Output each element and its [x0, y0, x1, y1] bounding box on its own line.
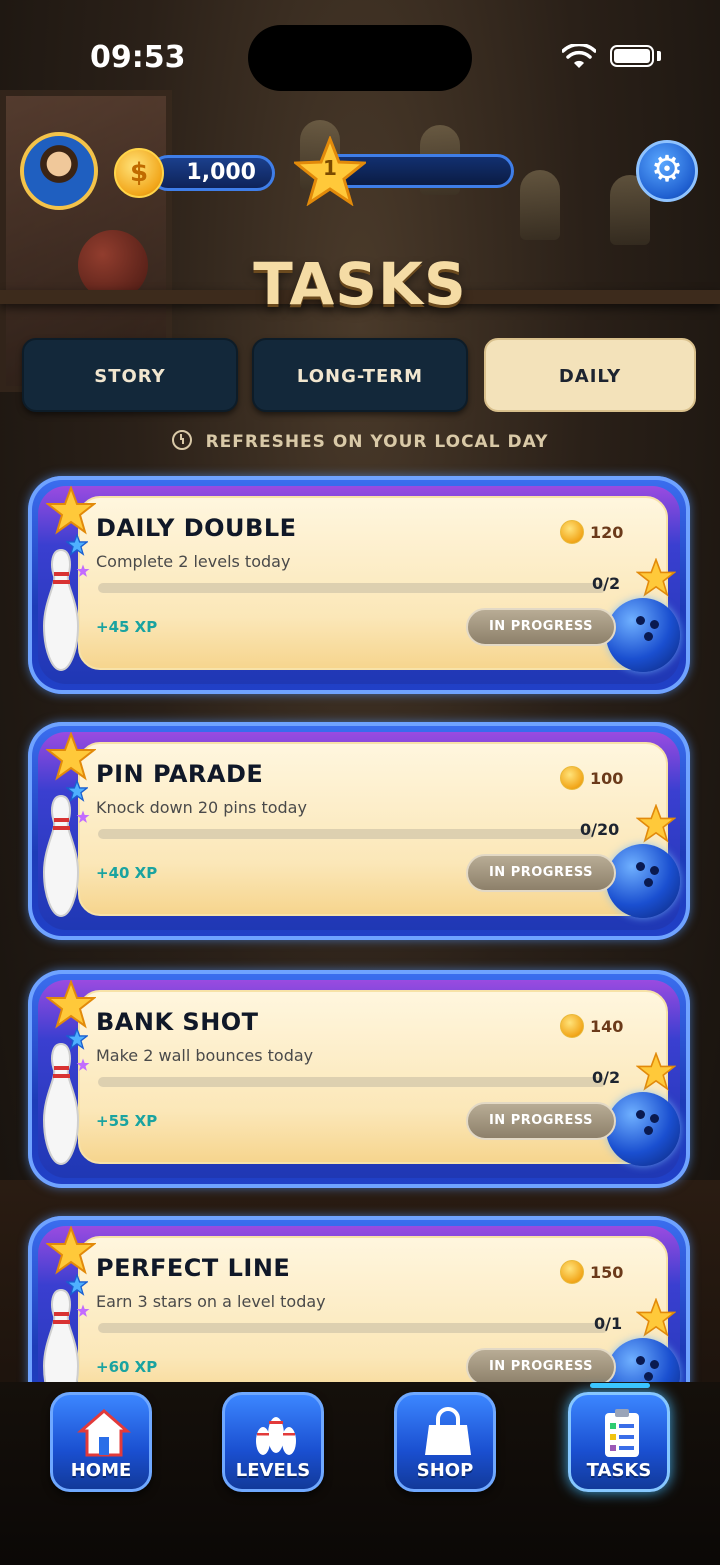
coin-icon: [560, 1260, 584, 1284]
blue-star-icon: [66, 1028, 88, 1050]
task-description: Make 2 wall bounces today: [96, 1046, 314, 1065]
nav-shop-button[interactable]: SHOP: [394, 1392, 496, 1492]
bowling-pins-icon: [256, 1417, 296, 1455]
background-trophy: [520, 170, 560, 240]
task-reward-value: 140: [590, 1017, 624, 1036]
coin-balance[interactable]: 1,000: [150, 155, 275, 191]
task-reward: 100: [560, 766, 623, 790]
gold-star-icon: [46, 1226, 96, 1275]
gold-star-icon: [636, 558, 676, 597]
tab-daily[interactable]: DAILY: [484, 338, 696, 412]
nav-tasks-button[interactable]: TASKS: [568, 1392, 670, 1492]
task-progress-count: 0/1: [594, 1314, 623, 1333]
refresh-note-text: REFRESHES ON YOUR LOCAL DAY: [205, 432, 549, 452]
level-number: 1: [323, 156, 337, 180]
task-reward-value: 100: [590, 769, 624, 788]
battery-tip: [657, 51, 661, 61]
task-reward: 150: [560, 1260, 623, 1284]
tab-story[interactable]: STORY: [22, 338, 238, 412]
task-xp-reward: +55 XP: [96, 1112, 158, 1130]
purple-star-icon: [76, 1058, 90, 1071]
wifi-icon: [562, 44, 596, 68]
player-avatar[interactable]: [20, 132, 98, 210]
coin-icon: [560, 766, 584, 790]
gold-star-icon: [636, 1052, 676, 1091]
gear-icon: ⚙: [650, 149, 684, 190]
task-xp-reward: +60 XP: [96, 1358, 158, 1376]
task-reward-value: 120: [590, 523, 624, 542]
page-title: TASKS: [253, 250, 467, 318]
task-status-button[interactable]: IN PROGRESS: [466, 854, 616, 892]
task-progress-track: [98, 1323, 608, 1333]
nav-levels-label: LEVELS: [235, 1460, 311, 1481]
battery-icon: [610, 45, 654, 67]
clock-icon: [171, 430, 192, 450]
task-status-button[interactable]: IN PROGRESS: [466, 608, 616, 646]
task-reward-value: 150: [590, 1263, 624, 1282]
bowling-ball-icon: [606, 1092, 680, 1166]
task-name: DAILY DOUBLE: [96, 514, 297, 542]
blue-star-icon: [66, 1274, 88, 1296]
task-progress-track: [98, 829, 594, 839]
task-progress-count: 0/2: [592, 1068, 621, 1087]
tab-long-term[interactable]: LONG-TERM: [252, 338, 468, 412]
coin-icon: $: [114, 148, 164, 198]
gold-star-icon: [46, 732, 96, 781]
task-card[interactable]: PIN PARADE Knock down 20 pins today 100 …: [28, 722, 690, 940]
bowling-ball-icon: [606, 598, 680, 672]
gold-star-icon: [46, 486, 96, 535]
task-status-button[interactable]: IN PROGRESS: [466, 1102, 616, 1140]
purple-star-icon: [76, 1304, 90, 1317]
coin-icon: [560, 520, 584, 544]
task-progress-count: 0/2: [592, 574, 621, 593]
task-description: Knock down 20 pins today: [96, 798, 307, 817]
blue-star-icon: [66, 534, 88, 556]
status-bar: 09:53: [0, 0, 720, 110]
blue-star-icon: [66, 780, 88, 802]
nav-home-button[interactable]: HOME: [50, 1392, 152, 1492]
task-xp-reward: +40 XP: [96, 864, 158, 882]
nav-home-label: HOME: [70, 1460, 132, 1481]
task-progress-count: 0/20: [580, 820, 620, 839]
task-xp-reward: +45 XP: [96, 618, 158, 636]
task-reward: 120: [560, 520, 623, 544]
nav-shop-label: SHOP: [416, 1460, 474, 1481]
gold-star-icon: [636, 804, 676, 843]
task-progress-track: [98, 583, 606, 593]
gold-star-icon: [46, 980, 96, 1029]
shopping-bag-icon: [425, 1407, 471, 1455]
task-name: PIN PARADE: [96, 760, 264, 788]
task-card[interactable]: DAILY DOUBLE Complete 2 levels today 120…: [28, 476, 690, 694]
task-card[interactable]: BANK SHOT Make 2 wall bounces today 140 …: [28, 970, 690, 1188]
purple-star-icon: [76, 810, 90, 823]
task-progress-track: [98, 1077, 606, 1087]
status-time: 09:53: [90, 40, 186, 75]
coin-icon: [560, 1014, 584, 1038]
clipboard-checklist-icon: [605, 1409, 639, 1457]
task-reward: 140: [560, 1014, 623, 1038]
bowling-ball-icon: [606, 844, 680, 918]
active-tab-indicator: [590, 1383, 650, 1388]
task-name: BANK SHOT: [96, 1008, 259, 1036]
dynamic-island: [248, 25, 472, 91]
task-name: PERFECT LINE: [96, 1254, 291, 1282]
task-description: Complete 2 levels today: [96, 552, 291, 571]
house-icon: [77, 1409, 131, 1457]
task-status-button[interactable]: IN PROGRESS: [466, 1348, 616, 1386]
coin-balance-value: 1,000: [186, 160, 256, 185]
nav-tasks-label: TASKS: [586, 1460, 652, 1481]
settings-button[interactable]: ⚙: [636, 140, 698, 202]
task-description: Earn 3 stars on a level today: [96, 1292, 326, 1311]
nav-levels-button[interactable]: LEVELS: [222, 1392, 324, 1492]
gold-star-icon: [636, 1298, 676, 1337]
refresh-note: REFRESHES ON YOUR LOCAL DAY: [0, 430, 720, 452]
purple-star-icon: [76, 564, 90, 577]
